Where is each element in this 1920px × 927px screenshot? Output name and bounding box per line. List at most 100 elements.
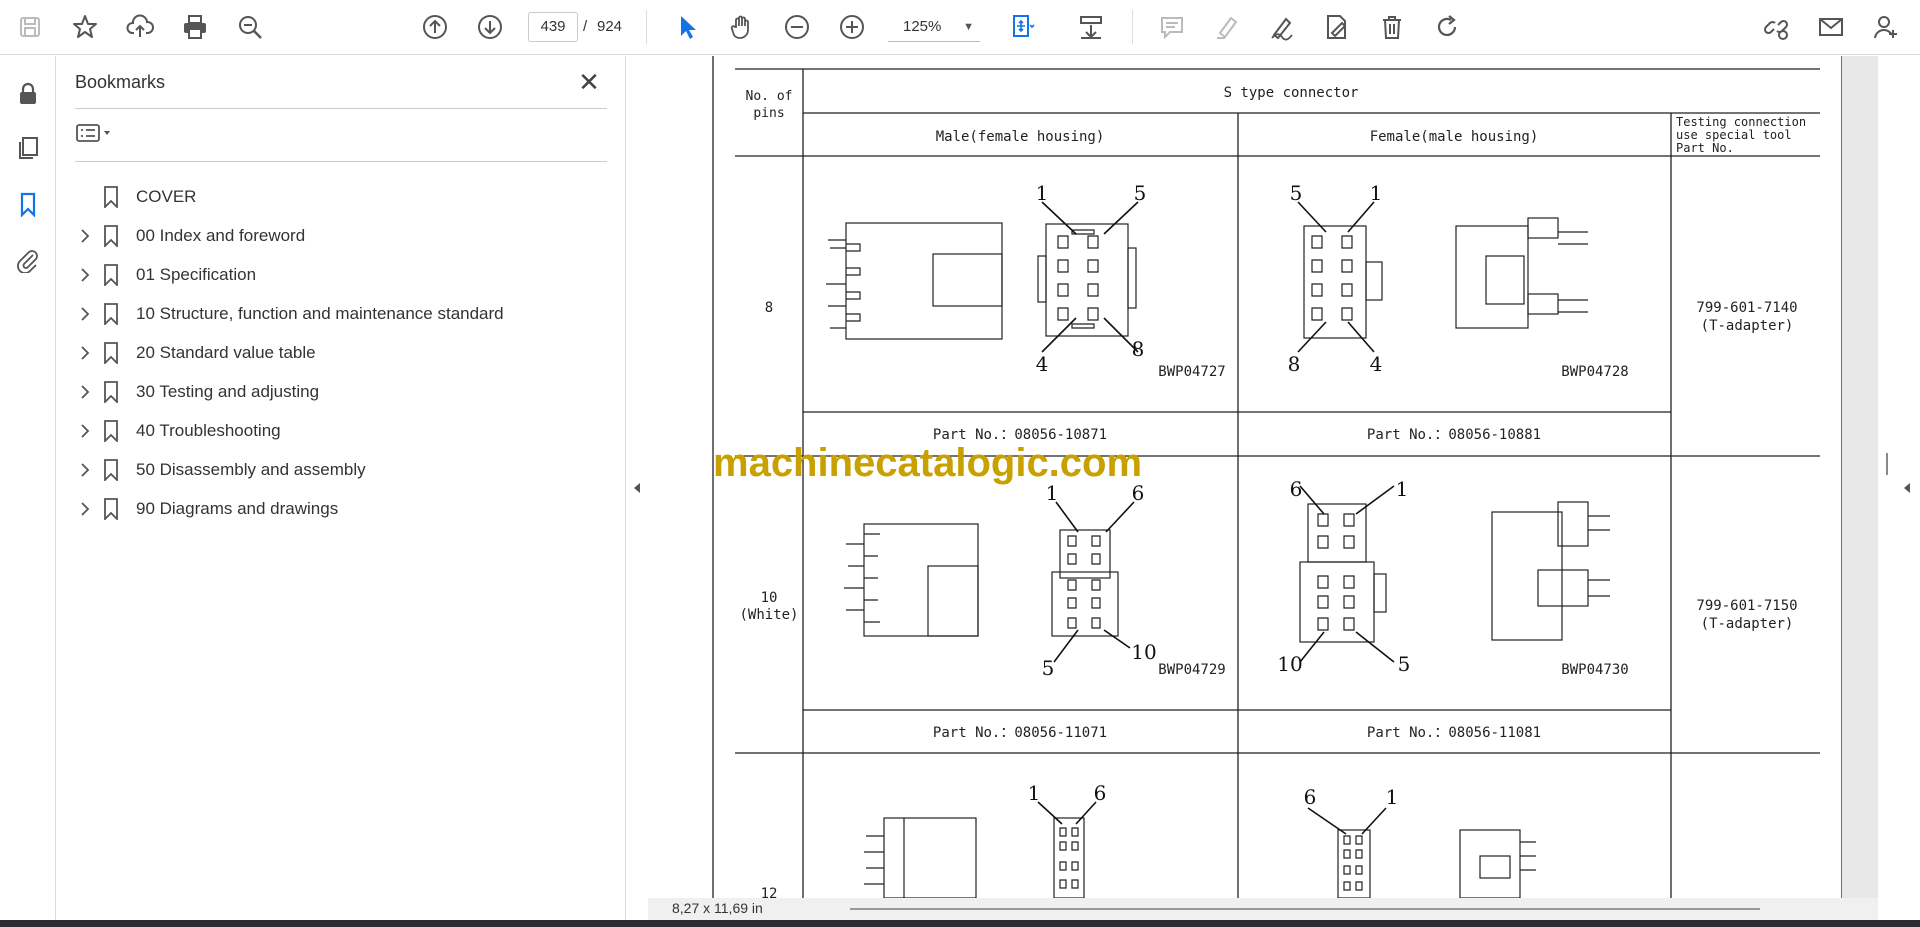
chevron-right-icon[interactable] bbox=[74, 342, 96, 364]
male-connector-drawing bbox=[864, 817, 1085, 898]
zoom-out-icon[interactable] bbox=[779, 9, 815, 45]
comment-icon[interactable] bbox=[1154, 9, 1190, 45]
bookmark-flag-icon bbox=[100, 264, 122, 286]
collapse-left-panel-icon[interactable] bbox=[630, 476, 644, 500]
page-total: 924 bbox=[597, 18, 623, 35]
bookmark-flag-icon bbox=[100, 342, 122, 364]
attachment-icon[interactable] bbox=[10, 242, 46, 278]
page-number-input[interactable]: 439 bbox=[528, 12, 578, 42]
star-icon[interactable] bbox=[67, 9, 103, 45]
chevron-right-icon[interactable] bbox=[74, 264, 96, 286]
chevron-right-icon[interactable] bbox=[74, 303, 96, 325]
upload-icon[interactable] bbox=[122, 9, 158, 45]
zoom-select[interactable]: 125% ▼ bbox=[888, 12, 980, 42]
bookmark-item[interactable]: 10 Structure, function and maintenance s… bbox=[66, 299, 606, 329]
share-link-icon[interactable] bbox=[1758, 9, 1794, 45]
rotate-icon[interactable] bbox=[1429, 9, 1465, 45]
toolbar-divider bbox=[1132, 10, 1133, 44]
bookmark-flag-icon bbox=[100, 186, 122, 208]
bookmark-label: 10 Structure, function and maintenance s… bbox=[136, 304, 504, 323]
watermark-text: machinecatalogic.com bbox=[713, 441, 1142, 485]
print-icon[interactable] bbox=[177, 9, 213, 45]
bookmark-label: 50 Disassembly and assembly bbox=[136, 460, 366, 479]
select-cursor-icon[interactable] bbox=[669, 9, 705, 45]
header-pins-line2: pins bbox=[753, 106, 784, 121]
account-icon[interactable] bbox=[1868, 9, 1904, 45]
tool-name: (T-adapter) bbox=[1701, 318, 1794, 334]
header-tool-line2: use special tool bbox=[1676, 128, 1792, 142]
zoom-search-icon[interactable] bbox=[232, 9, 268, 45]
close-icon[interactable]: ✕ bbox=[574, 68, 604, 98]
lock-icon[interactable] bbox=[10, 76, 46, 112]
fit-page-icon[interactable] bbox=[1004, 9, 1040, 45]
bookmark-item[interactable]: 40 Troubleshooting bbox=[66, 416, 606, 446]
hand-icon[interactable] bbox=[724, 9, 760, 45]
page-separator: / bbox=[583, 18, 588, 35]
prev-page-icon[interactable] bbox=[417, 9, 453, 45]
bookmark-flag-icon bbox=[100, 420, 122, 442]
bookmark-item[interactable]: 00 Index and foreword bbox=[66, 221, 606, 251]
bookmark-item[interactable]: 50 Disassembly and assembly bbox=[66, 455, 606, 485]
bookmark-item[interactable]: 01 Specification bbox=[66, 260, 606, 290]
zoom-in-icon[interactable] bbox=[834, 9, 870, 45]
header-main: S type connector bbox=[1224, 85, 1359, 101]
pin-label: 5 bbox=[1398, 652, 1411, 676]
save-icon[interactable] bbox=[12, 9, 48, 45]
header-male: Male(female housing) bbox=[936, 129, 1105, 145]
female-connector-drawing bbox=[1303, 217, 1588, 339]
pin-label: 1 bbox=[1396, 477, 1409, 501]
sign-icon[interactable] bbox=[1264, 9, 1300, 45]
chevron-right-icon[interactable] bbox=[74, 420, 96, 442]
bookmark-flag-icon bbox=[100, 498, 122, 520]
fill-sign-icon[interactable] bbox=[1319, 9, 1355, 45]
horizontal-scrollbar[interactable] bbox=[850, 908, 1760, 910]
pin-label: 5 bbox=[1042, 656, 1055, 680]
email-icon[interactable] bbox=[1813, 9, 1849, 45]
scroll-mode-icon[interactable] bbox=[1073, 9, 1109, 45]
bookmark-item[interactable]: 90 Diagrams and drawings bbox=[66, 494, 606, 524]
bookmark-label: COVER bbox=[136, 187, 197, 206]
left-rail bbox=[0, 56, 56, 920]
tool-name: (T-adapter) bbox=[1701, 616, 1794, 632]
bookmark-label: 01 Specification bbox=[136, 265, 257, 284]
female-pin-arrows bbox=[1297, 201, 1375, 353]
row-pins: 12 bbox=[761, 886, 778, 898]
delete-icon[interactable] bbox=[1374, 9, 1410, 45]
drawing-code: BWP04727 bbox=[1158, 364, 1225, 380]
row-pins-sub: (White) bbox=[739, 607, 798, 623]
pin-label: 8 bbox=[1288, 352, 1301, 376]
chevron-right-icon[interactable] bbox=[74, 381, 96, 403]
pin-label: 4 bbox=[1370, 352, 1383, 376]
collapse-right-panel-icon[interactable] bbox=[1900, 476, 1914, 500]
document-viewport[interactable]: No. of pins S type connector Male(female… bbox=[648, 56, 1878, 898]
bookmark-icon[interactable] bbox=[10, 186, 46, 222]
pin-label: 4 bbox=[1036, 352, 1049, 376]
bookmark-label: 00 Index and foreword bbox=[136, 226, 306, 245]
pin-label: 1 bbox=[1028, 781, 1041, 805]
bookmark-item[interactable]: 30 Testing and adjusting bbox=[66, 377, 606, 407]
bookmarks-title: Bookmarks bbox=[75, 72, 166, 92]
chevron-right-icon[interactable] bbox=[74, 225, 96, 247]
next-page-icon[interactable] bbox=[472, 9, 508, 45]
pin-label: 10 bbox=[1277, 652, 1302, 676]
bookmark-options-button[interactable] bbox=[75, 118, 119, 148]
vertical-scrollbar-handle[interactable] bbox=[1886, 453, 1888, 475]
bookmark-flag-icon bbox=[100, 381, 122, 403]
female-part-number: Part No.：08056-11081 bbox=[1367, 725, 1541, 741]
header-pins-line1: No. of bbox=[746, 89, 793, 104]
pages-icon[interactable] bbox=[10, 130, 46, 166]
chevron-right-icon[interactable] bbox=[74, 498, 96, 520]
pin-label: 6 bbox=[1094, 781, 1107, 805]
chevron-right-icon[interactable] bbox=[74, 459, 96, 481]
header-tool-line1: Testing connection bbox=[1676, 115, 1806, 129]
male-connector-drawing bbox=[844, 523, 1119, 637]
highlight-icon[interactable] bbox=[1209, 9, 1245, 45]
bookmark-item[interactable]: 20 Standard value table bbox=[66, 338, 606, 368]
bookmark-item[interactable]: COVER bbox=[66, 182, 606, 212]
bookmark-label: 30 Testing and adjusting bbox=[136, 382, 320, 401]
row-pins: 10 bbox=[761, 590, 778, 606]
taskbar-strip bbox=[0, 920, 1920, 927]
female-connector-drawing bbox=[1337, 829, 1536, 898]
toolbar-divider bbox=[646, 10, 647, 44]
female-connector-drawing bbox=[1299, 501, 1610, 643]
